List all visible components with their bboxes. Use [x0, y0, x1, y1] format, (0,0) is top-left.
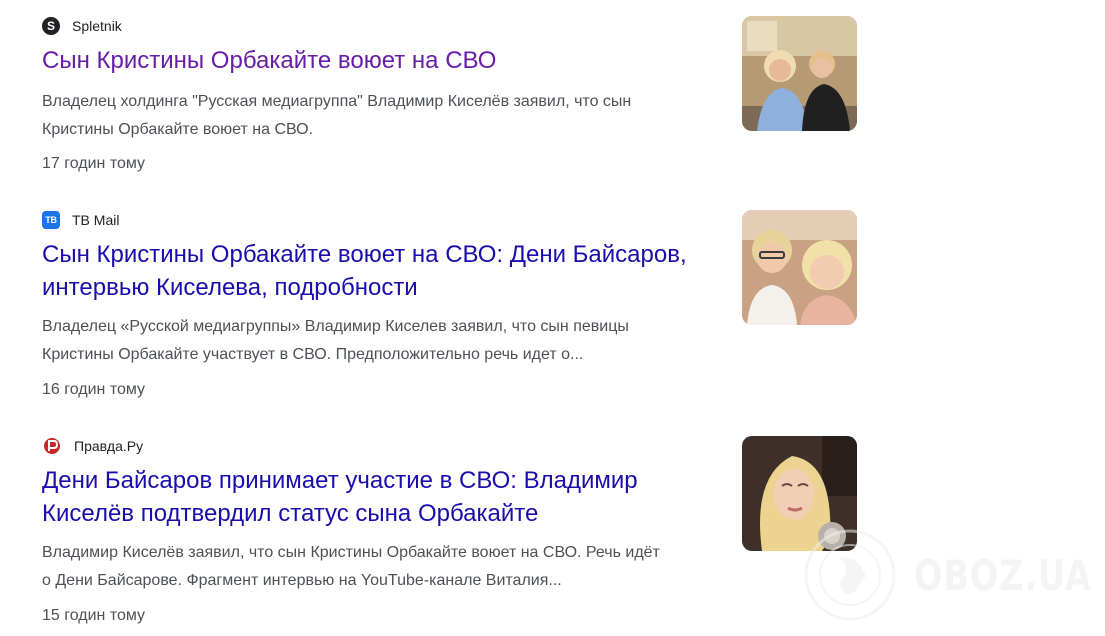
snippet-line: Владелец холдинга "Русская медиагруппа" …: [42, 93, 632, 110]
snippet-line: Владимир Киселёв заявил, что сын Кристин…: [42, 544, 660, 561]
result-source[interactable]: S Spletnik: [42, 17, 122, 35]
title-line: Сын Кристины Орбакайте воюет на СВО: Ден…: [42, 241, 687, 268]
result-title-link[interactable]: Сын Кристины Орбакайте воюет на СВО: Ден…: [42, 238, 732, 304]
title-line: Дени Байсаров принимает участие в СВО: В…: [42, 467, 638, 494]
title-line: интервью Киселева, подробности: [42, 274, 418, 301]
result-timestamp: 16 годин тому: [42, 381, 146, 398]
watermark-text: OBOZ.UA: [914, 550, 1092, 600]
snippet-line: о Дени Байсарове. Фрагмент интервью на Y…: [42, 572, 562, 589]
result-snippet: Владелец «Русской медиагруппы» Владимир …: [42, 313, 722, 369]
result-snippet: Владелец холдинга "Русская медиагруппа" …: [42, 88, 722, 144]
result-title-link[interactable]: Сын Кристины Орбакайте воюет на СВО: [42, 44, 732, 77]
spletnik-logo-icon: S: [42, 17, 60, 35]
photo-selfie-young-man-and-woman: [742, 210, 857, 325]
snippet-line: Кристины Орбакайте воюет на СВО.: [42, 121, 314, 138]
oboz-globe-icon: [804, 529, 896, 621]
photo-woman-and-young-man: [742, 16, 857, 131]
snippet-line: Владелец «Русской медиагруппы» Владимир …: [42, 318, 629, 335]
source-name: Spletnik: [72, 18, 122, 34]
result-thumbnail[interactable]: [742, 210, 857, 325]
oboz-watermark: OBOZ.UA: [800, 529, 1105, 621]
result-title-link[interactable]: Дени Байсаров принимает участие в СВО: В…: [42, 464, 732, 530]
snippet-line: Кристины Орбакайте участвует в СВО. Пред…: [42, 346, 584, 363]
tb-mail-logo-icon: ТВ: [42, 211, 60, 229]
result-timestamp: 17 годин тому: [42, 155, 146, 172]
result-snippet: Владимир Киселёв заявил, что сын Кристин…: [42, 539, 722, 595]
result-thumbnail[interactable]: [742, 16, 857, 131]
pravda-logo-icon: [42, 436, 62, 456]
title-line: Киселёв подтвердил статус сына Орбакайте: [42, 500, 539, 527]
source-name: ТВ Mail: [72, 212, 120, 228]
result-source[interactable]: Правда.Ру: [42, 437, 143, 455]
result-timestamp: 15 годин тому: [42, 607, 146, 624]
result-source[interactable]: ТВ ТВ Mail: [42, 211, 119, 229]
source-name: Правда.Ру: [74, 438, 144, 454]
